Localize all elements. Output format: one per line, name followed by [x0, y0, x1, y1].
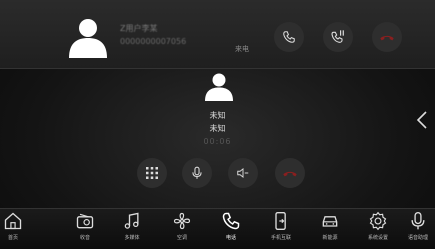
- keypad-button[interactable]: [137, 158, 167, 188]
- home-icon: [4, 212, 22, 230]
- dock-item-media[interactable]: 多媒体: [112, 211, 152, 249]
- hangup-button[interactable]: [275, 158, 305, 188]
- dock-item-label: 首页: [7, 235, 18, 241]
- reject-button[interactable]: [372, 22, 402, 52]
- dock-item-label: 电话: [225, 235, 236, 241]
- active-call-panel: 未知 未知 00:06: [0, 68, 435, 208]
- phone-pause-icon: [331, 30, 344, 43]
- contact-name: 未知: [209, 111, 226, 120]
- dock-item-label: 系统设置: [367, 235, 388, 241]
- hold-and-answer-button[interactable]: [323, 22, 353, 52]
- caller-number: 0000000007056: [120, 37, 187, 46]
- incoming-call-banner: Z用户李某 0000000007056 来电: [0, 0, 435, 69]
- dock-item-climate[interactable]: 空调: [162, 211, 202, 249]
- hangup-icon: [283, 171, 297, 177]
- dock-item-home[interactable]: 首页: [0, 211, 33, 249]
- car-icon: [322, 216, 338, 227]
- caller-name: Z用户李某: [120, 24, 158, 33]
- phone-icon: [222, 212, 240, 230]
- phone-call-screen: Z用户李某 0000000007056 来电 未知 未知 00:06 首页 收音…: [0, 0, 435, 249]
- contact-avatar-icon: [205, 73, 233, 101]
- mic-icon: [411, 212, 425, 230]
- dock-item-phone[interactable]: 电话: [211, 211, 251, 249]
- fan-icon: [173, 212, 191, 230]
- call-status-label: 来电: [235, 45, 249, 53]
- dock-item-energy[interactable]: 新能源: [310, 211, 350, 249]
- mute-button[interactable]: [182, 158, 212, 188]
- gear-icon: [369, 211, 387, 231]
- dock-item-label: 收音: [79, 235, 90, 241]
- call-duration: 00:06: [203, 137, 232, 146]
- dock-item-label: 多媒体: [124, 235, 140, 241]
- hangup-icon: [380, 35, 394, 41]
- answer-button[interactable]: [274, 22, 304, 52]
- dock-item-label: 手机互联: [270, 235, 291, 241]
- phone-link-icon: [275, 212, 286, 230]
- contact-avatar-icon: [69, 19, 107, 58]
- dock-item-label: 新能源: [322, 235, 338, 241]
- keypad-icon: [146, 167, 158, 179]
- chevron-left-icon[interactable]: [415, 110, 429, 130]
- dock-item-voice-assistant[interactable]: 语音助理: [398, 211, 435, 249]
- speaker-icon: [237, 167, 249, 179]
- dock-item-radio[interactable]: 收音: [65, 211, 105, 249]
- bottom-dock: 首页 收音 多媒体 空调 电话 手机互联 新能源 系统设置 语音助理: [0, 208, 435, 249]
- speaker-button[interactable]: [228, 158, 258, 188]
- phone-icon: [283, 31, 295, 43]
- dock-item-phone-link[interactable]: 手机互联: [261, 211, 301, 249]
- contact-number: 未知: [209, 124, 226, 133]
- music-icon: [124, 212, 139, 229]
- dock-item-settings[interactable]: 系统设置: [358, 211, 398, 249]
- microphone-icon: [192, 166, 202, 179]
- dock-item-label: 空调: [176, 235, 187, 241]
- radio-icon: [76, 213, 94, 229]
- dock-item-label: 语音助理: [407, 235, 428, 241]
